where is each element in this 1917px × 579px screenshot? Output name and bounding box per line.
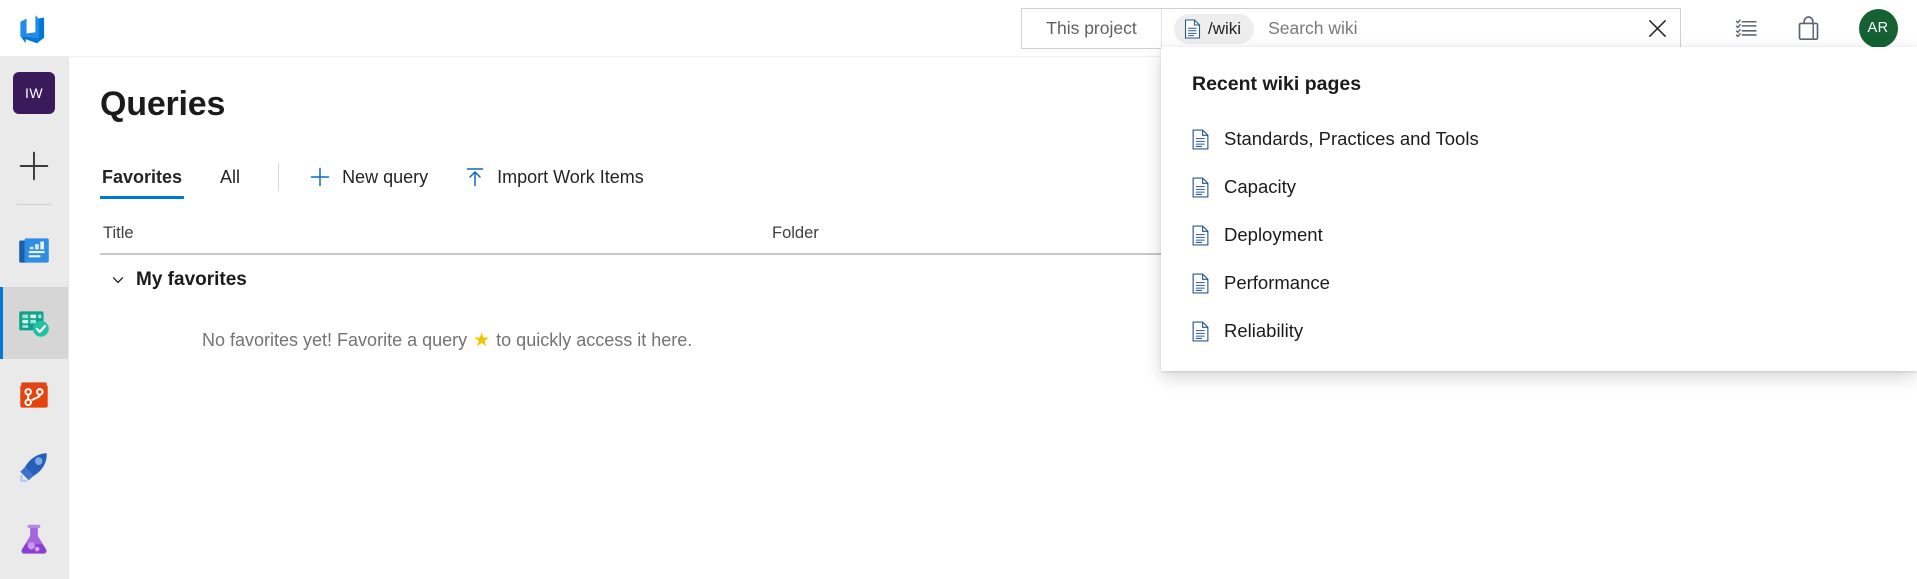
recent-wiki-pages-dropdown: Recent wiki pages Standards, Practices a… <box>1161 47 1917 371</box>
overview-icon <box>15 232 53 270</box>
recent-wiki-pages-list: Standards, Practices and Tools Capacity … <box>1161 115 1917 355</box>
work-items-icon <box>1734 16 1759 41</box>
wiki-page-item-label: Reliability <box>1224 320 1303 342</box>
wiki-page-icon <box>1184 19 1201 39</box>
plus-icon <box>17 149 51 183</box>
search-chip-label: /wiki <box>1208 19 1241 39</box>
organization-initials: IW <box>13 72 55 114</box>
wiki-page-item-label: Deployment <box>1224 224 1323 246</box>
rail-item-test-plans[interactable] <box>0 503 68 575</box>
global-search-bar: This project /wiki <box>1021 8 1681 49</box>
wiki-page-icon <box>1192 129 1209 150</box>
new-query-label: New query <box>342 167 428 188</box>
import-work-items-button[interactable]: Import Work Items <box>464 155 644 199</box>
wiki-page-icon <box>1192 273 1209 294</box>
empty-state-text-after: to quickly access it here. <box>496 330 692 351</box>
search-input[interactable] <box>1254 10 1634 48</box>
upload-icon <box>464 166 486 188</box>
organization-badge-button[interactable]: IW <box>0 56 68 130</box>
wiki-page-icon <box>1192 225 1209 246</box>
rail-item-pipelines[interactable] <box>0 431 68 503</box>
tab-all[interactable]: All <box>218 155 242 199</box>
rail-item-overview[interactable] <box>0 215 68 287</box>
boards-icon <box>15 304 53 342</box>
dropdown-heading: Recent wiki pages <box>1192 73 1361 96</box>
wiki-page-item-label: Performance <box>1224 272 1330 294</box>
wiki-page-item-label: Capacity <box>1224 176 1296 198</box>
group-row-my-favorites[interactable]: My favorites <box>111 269 247 291</box>
plus-icon <box>309 166 331 188</box>
rail-item-boards[interactable] <box>0 287 68 359</box>
test-plans-flask-icon <box>15 520 53 558</box>
wiki-page-icon <box>1192 177 1209 198</box>
new-query-button[interactable]: New query <box>309 155 428 199</box>
search-clear-button[interactable] <box>1634 10 1680 48</box>
marketplace-bag-icon <box>1796 15 1821 42</box>
empty-state-text-before: No favorites yet! Favorite a query <box>202 330 467 351</box>
wiki-page-icon <box>1192 321 1209 342</box>
wiki-page-item-capacity[interactable]: Capacity <box>1161 163 1917 211</box>
favorite-star-icon: ★ <box>467 331 496 350</box>
chevron-down-icon <box>111 273 125 287</box>
column-header-title[interactable]: Title <box>100 224 772 243</box>
wiki-page-item-label: Standards, Practices and Tools <box>1224 128 1479 150</box>
wiki-page-item-performance[interactable]: Performance <box>1161 259 1917 307</box>
wiki-page-item-standards-practices-and-tools[interactable]: Standards, Practices and Tools <box>1161 115 1917 163</box>
repos-icon <box>15 376 53 414</box>
close-icon <box>1646 17 1669 40</box>
group-row-label: My favorites <box>136 269 247 291</box>
wiki-page-item-deployment[interactable]: Deployment <box>1161 211 1917 259</box>
azure-devops-logo-icon <box>17 11 51 45</box>
left-nav-rail: IW <box>0 56 68 579</box>
toolbar-divider <box>278 163 279 191</box>
azure-devops-logo-button[interactable] <box>0 0 68 56</box>
pipelines-rocket-icon <box>15 448 53 486</box>
rail-divider <box>17 204 51 205</box>
page-title: Queries <box>100 85 225 124</box>
empty-state-message: No favorites yet! Favorite a query ★ to … <box>202 330 692 351</box>
search-scope-chip-wiki[interactable]: /wiki <box>1174 14 1254 44</box>
rail-item-new[interactable] <box>0 130 68 202</box>
tab-favorites[interactable]: Favorites <box>100 155 184 199</box>
avatar: AR <box>1859 9 1898 48</box>
search-scope-select[interactable]: This project <box>1022 9 1162 48</box>
wiki-page-item-reliability[interactable]: Reliability <box>1161 307 1917 355</box>
import-work-items-label: Import Work Items <box>497 167 644 188</box>
rail-item-repos[interactable] <box>0 359 68 431</box>
